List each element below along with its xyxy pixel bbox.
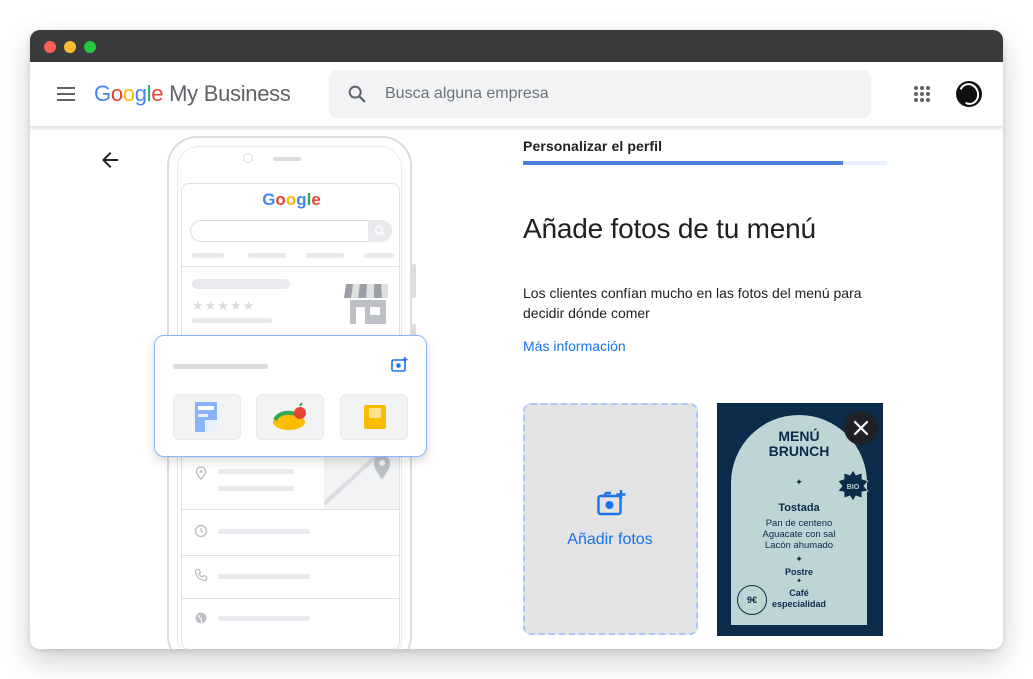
menu-photos-card-illustration [154,335,427,457]
placeholder-bar [364,253,394,258]
progress-fill [523,161,844,165]
menu-separator: ✦ [795,554,803,564]
placeholder-bar [306,253,344,258]
account-avatar[interactable] [956,81,982,107]
menu-separator: ✦ [796,578,802,585]
more-info-link[interactable]: Más información [523,338,626,354]
location-pin-icon [195,466,207,480]
add-photos-label: Añadir fotos [567,531,653,548]
phone-speaker [273,157,301,161]
product-name: My Business [169,81,291,106]
minimize-window-button[interactable] [64,41,76,53]
progress-bar [523,161,887,165]
menu-item: Aguacate con sal [762,529,836,540]
remove-photo-button[interactable] [844,411,878,445]
placeholder-bar [192,279,290,289]
phone-side-button [412,264,416,298]
divider [182,555,399,556]
menu-dish: Tostada [778,502,820,514]
placeholder-bar [218,469,294,474]
clock-icon [194,524,208,538]
divider [182,598,399,599]
placeholder-bar [192,253,224,258]
menu-arch-background: MENÚ BRUNCH ✦ Tostada Pan de centeno Agua… [731,415,867,625]
globe-icon [195,612,207,624]
add-photo-camera-icon [597,490,626,516]
search-input[interactable] [385,70,855,118]
add-photos-button[interactable]: Añadir fotos [523,403,698,635]
main-content: Google ★★★★★ Personalizar el perfil Añad… [30,126,1003,649]
phone-camera [243,153,253,163]
bio-badge: BIO [837,469,869,501]
apps-grid-icon[interactable] [912,84,932,104]
divider [182,266,399,267]
map-thumbnail [322,447,399,509]
menu-item: Lacón ahumado [764,540,834,551]
divider [182,509,399,510]
add-photo-icon [391,357,408,372]
placeholder-bar [173,364,268,369]
google-my-business-logo[interactable]: Google My Business [94,81,291,107]
window-titlebar [30,30,1003,62]
mini-search-icon [374,225,385,236]
placeholder-bar [218,529,310,534]
uploaded-menu-photo[interactable]: MENÚ BRUNCH ✦ Tostada Pan de centeno Agua… [717,403,883,636]
placeholder-bar [218,616,310,621]
menu-thumbnail [173,394,241,440]
app-header: Google My Business [30,62,1003,126]
storefront-icon [344,284,388,324]
rating-stars: ★★★★★ [192,298,256,313]
right-panel: Personalizar el perfil Añade fotos de tu… [523,126,963,649]
maximize-window-button[interactable] [84,41,96,53]
back-arrow-icon[interactable] [98,148,122,172]
menu-price-badge: 9€ [737,585,767,615]
svg-text:BIO: BIO [847,484,860,491]
hamburger-menu-icon[interactable] [56,86,76,102]
page-heading: Añade fotos de tu menú [523,213,816,244]
description-text: Los clientes confían mucho en las fotos … [523,285,862,321]
search-icon[interactable] [346,83,368,105]
mini-search-bar [190,220,392,242]
close-window-button[interactable] [44,41,56,53]
drink-thumbnail [340,394,408,440]
food-thumbnail [256,394,324,440]
mini-google-logo: Google [262,190,321,209]
browser-window: GoogleMy Business Google [30,30,1003,649]
menu-item: Pan de centeno [765,518,833,529]
phone-icon [194,568,208,582]
placeholder-bar [218,574,310,579]
placeholder-bar [192,318,272,323]
placeholder-bar [218,486,294,491]
step-label: Personalizar el perfil [523,138,663,154]
search-bar[interactable] [329,70,871,118]
close-icon [853,420,869,436]
placeholder-bar [248,253,286,258]
